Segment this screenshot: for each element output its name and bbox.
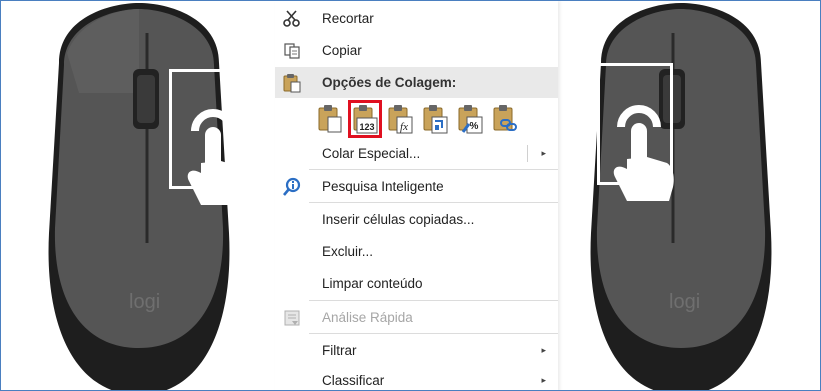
context-menu: Recortar Copiar Opções de Colagem: 123 f… [275, 1, 558, 390]
menu-item-label: Copiar [322, 43, 362, 58]
paste-formatting-button[interactable]: % [455, 102, 485, 136]
menu-item-label: Análise Rápida [322, 310, 413, 325]
submenu-divider [527, 145, 528, 162]
menu-item-paste-special[interactable]: Colar Especial... ▸ [275, 138, 558, 169]
paste-values-button[interactable]: 123 [348, 100, 382, 138]
copy-icon [281, 40, 303, 62]
mouse-brand-logo: logi [669, 291, 700, 313]
menu-separator [309, 333, 558, 334]
menu-item-label: Filtrar [322, 343, 357, 358]
paste-options-row: 123 fx % [315, 99, 555, 139]
menu-separator [309, 300, 558, 301]
menu-item-copy[interactable]: Copiar [275, 35, 558, 66]
menu-item-quick-analysis: Análise Rápida [275, 302, 558, 333]
menu-item-label: Colar Especial... [322, 146, 421, 161]
left-mouse-illustration: logi [19, 3, 259, 390]
menu-item-clear-contents[interactable]: Limpar conteúdo [275, 268, 558, 299]
paste-link-icon [493, 105, 517, 131]
menu-item-cut[interactable]: Recortar [275, 3, 558, 34]
paste-formulas-icon: fx [388, 105, 413, 134]
menu-item-label: Recortar [322, 11, 374, 26]
menu-item-insert-copied-cells[interactable]: Inserir células copiadas... [275, 204, 558, 235]
clipboard-icon [281, 72, 303, 94]
screenshot-frame: logi logi Recortar Copiar Opções de Cola… [0, 0, 821, 391]
menu-item-smart-lookup[interactable]: Pesquisa Inteligente [275, 171, 558, 202]
menu-item-sort[interactable]: Classificar ▸ [275, 365, 558, 390]
paste-transpose-icon [423, 105, 448, 134]
submenu-arrow-icon: ▸ [541, 345, 546, 355]
quick-analysis-icon [281, 307, 303, 329]
paste-transpose-button[interactable] [420, 102, 450, 136]
menu-item-label: Excluir... [322, 244, 374, 259]
smart-lookup-icon [281, 176, 303, 198]
menu-item-label: Classificar [322, 373, 385, 388]
right-mouse-illustration: logi [561, 3, 801, 390]
hand-pointer-icon [613, 105, 674, 201]
paste-icon [318, 105, 342, 133]
submenu-arrow-icon: ▸ [541, 375, 546, 385]
menu-header-paste-options: Opções de Colagem: [275, 67, 558, 98]
menu-separator [309, 169, 558, 170]
paste-values-text: 123 [359, 122, 374, 132]
menu-item-delete[interactable]: Excluir... [275, 236, 558, 267]
paste-formatting-icon: % [458, 105, 483, 134]
submenu-arrow-icon: ▸ [541, 148, 546, 158]
mouse-right-graphic: logi [590, 3, 772, 390]
hand-pointer-icon [187, 109, 248, 205]
menu-item-label: Limpar conteúdo [322, 276, 423, 291]
paste-formatting-text: % [470, 121, 479, 132]
paste-link-button[interactable] [490, 102, 520, 136]
paste-values-icon: 123 [353, 105, 378, 134]
paste-formulas-text: fx [400, 121, 408, 133]
paste-button[interactable] [315, 102, 345, 136]
menu-item-label: Opções de Colagem: [322, 75, 457, 90]
menu-item-label: Inserir células copiadas... [322, 212, 475, 227]
mouse-brand-logo: logi [129, 291, 160, 313]
menu-separator [309, 202, 558, 203]
menu-item-filter[interactable]: Filtrar ▸ [275, 335, 558, 366]
scissors-icon [281, 8, 303, 30]
paste-formulas-button[interactable]: fx [385, 102, 415, 136]
menu-item-label: Pesquisa Inteligente [322, 179, 444, 194]
